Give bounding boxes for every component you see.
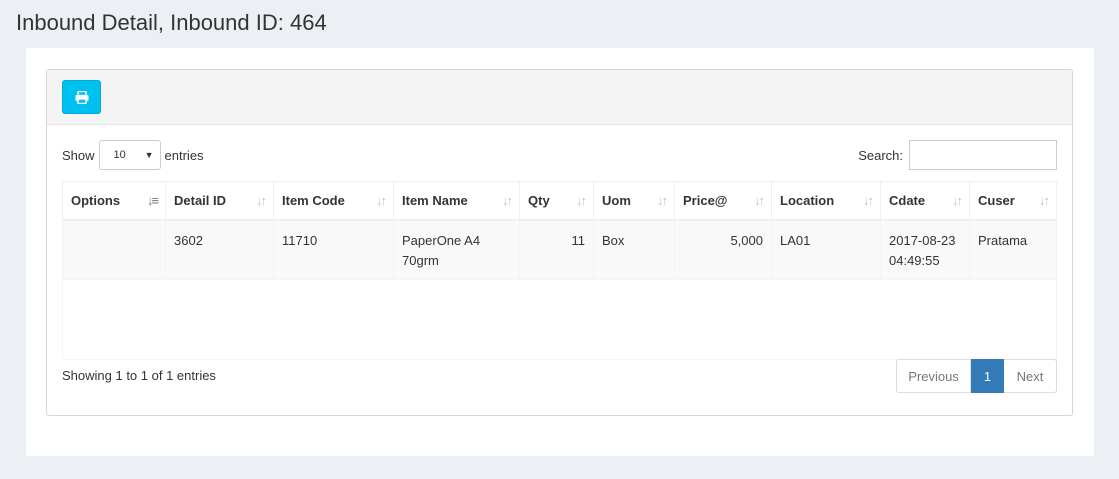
entries-select-value: 10 — [113, 149, 126, 161]
inbound-detail-table: Options ↓≡ Detail ID ↓↑ Item Code ↓↑ Ite… — [62, 181, 1057, 360]
item-name-line-1: PaperOne A4 — [402, 232, 481, 248]
cell-price: 5,000 — [674, 219, 772, 280]
box-header — [47, 70, 1072, 125]
pagination: Previous 1 Next — [896, 359, 1057, 393]
cdate-date: 2017-08-23 — [889, 232, 956, 248]
cell-item-name: PaperOne A4 70grm — [393, 219, 520, 280]
next-page-button[interactable]: Next — [1004, 359, 1057, 393]
table-info: Showing 1 to 1 of 1 entries — [62, 368, 216, 383]
length-control: Show 10 ▼ entries — [62, 140, 204, 170]
cell-options — [62, 219, 166, 280]
print-button[interactable] — [62, 80, 101, 114]
column-header-cdate[interactable]: Cdate ↓↑ — [880, 181, 970, 221]
cell-item-code: 11710 — [273, 219, 394, 280]
cell-cuser: Pratama — [969, 219, 1057, 280]
sort-asc-icon: ↓≡ — [146, 193, 159, 208]
sort-icon: ↓↑ — [657, 193, 668, 208]
column-header-detail-id[interactable]: Detail ID ↓↑ — [165, 181, 274, 221]
cell-cdate: 2017-08-23 04:49:55 — [880, 219, 970, 280]
sort-icon: ↓↑ — [754, 193, 765, 208]
column-header-options[interactable]: Options ↓≡ — [62, 181, 166, 221]
table-row: 3602 11710 PaperOne A4 70grm 11 Box 5,00… — [62, 219, 1057, 280]
column-header-item-code[interactable]: Item Code ↓↑ — [273, 181, 394, 221]
page-title: Inbound Detail, Inbound ID: 464 — [16, 10, 327, 35]
search-input[interactable] — [909, 140, 1057, 170]
sort-icon: ↓↑ — [952, 193, 963, 208]
cell-uom: Box — [593, 219, 675, 280]
entries-label: entries — [164, 147, 204, 163]
sort-icon: ↓↑ — [256, 193, 267, 208]
cell-qty: 11 — [519, 219, 594, 280]
content-wrapper: Show 10 ▼ entries Search: Options ↓≡ Det… — [26, 48, 1094, 456]
page-1-button[interactable]: 1 — [971, 359, 1004, 393]
show-label: Show — [62, 147, 95, 163]
cdate-time: 04:49:55 — [889, 252, 940, 268]
empty-table-area — [62, 278, 1057, 360]
item-name-line-2: 70grm — [402, 252, 439, 268]
table-header-row: Options ↓≡ Detail ID ↓↑ Item Code ↓↑ Ite… — [62, 181, 1057, 221]
sort-icon: ↓↑ — [376, 193, 387, 208]
sort-icon: ↓↑ — [863, 193, 874, 208]
search-label: Search: — [858, 147, 903, 163]
search-control: Search: — [858, 140, 1057, 170]
caret-down-icon: ▼ — [144, 150, 154, 160]
entries-select[interactable]: 10 ▼ — [98, 140, 161, 170]
sort-icon: ↓↑ — [576, 193, 587, 208]
column-header-item-name[interactable]: Item Name ↓↑ — [393, 181, 520, 221]
column-header-location[interactable]: Location ↓↑ — [771, 181, 881, 221]
cell-location: LA01 — [771, 219, 881, 280]
column-header-qty[interactable]: Qty ↓↑ — [519, 181, 594, 221]
column-header-uom[interactable]: Uom ↓↑ — [593, 181, 675, 221]
sort-icon: ↓↑ — [1039, 193, 1050, 208]
column-header-cuser[interactable]: Cuser ↓↑ — [969, 181, 1057, 221]
sort-icon: ↓↑ — [502, 193, 513, 208]
detail-box: Show 10 ▼ entries Search: Options ↓≡ Det… — [46, 69, 1073, 416]
cell-detail-id: 3602 — [165, 219, 274, 280]
print-icon — [75, 90, 88, 104]
previous-page-button[interactable]: Previous — [896, 359, 971, 393]
column-header-price[interactable]: Price@ ↓↑ — [674, 181, 772, 221]
